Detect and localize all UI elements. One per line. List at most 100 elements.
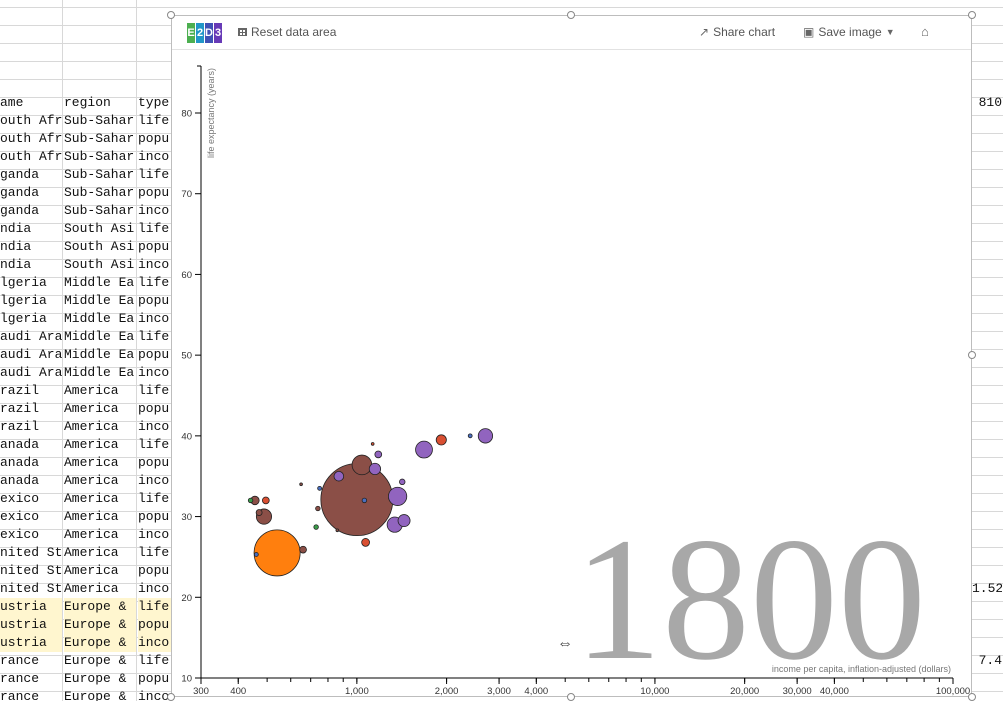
sheet-cell[interactable]: inco [138, 310, 172, 328]
sheet-cell[interactable]: type [138, 94, 172, 112]
sheet-cell[interactable]: life [138, 166, 172, 184]
sheet-cell[interactable]: America [64, 562, 136, 580]
sheet-cell[interactable]: life [138, 382, 172, 400]
sheet-cell[interactable]: region [64, 94, 136, 112]
sheet-cell[interactable]: South Asi [64, 238, 136, 256]
sheet-cell[interactable]: inco [138, 472, 172, 490]
sheet-cell[interactable]: audi Ara [0, 364, 62, 382]
sheet-cell[interactable]: Sub-Sahar [64, 202, 136, 220]
sheet-cell[interactable]: exico [0, 490, 62, 508]
sheet-cell[interactable]: life [138, 490, 172, 508]
sheet-cell[interactable]: lgeria [0, 310, 62, 328]
sheet-cell[interactable]: Middle Ea [64, 328, 136, 346]
sheet-cell[interactable]: Sub-Sahar [64, 166, 136, 184]
sheet-cell[interactable]: inco [138, 148, 172, 166]
sheet-cell[interactable]: exico [0, 508, 62, 526]
sheet-cell[interactable]: popu [138, 562, 172, 580]
sheet-cell[interactable]: ustria [0, 598, 62, 616]
sheet-cell[interactable]: inco [138, 634, 172, 652]
sheet-cell[interactable]: life [138, 652, 172, 670]
sheet-cell[interactable]: America [64, 472, 136, 490]
sheet-cell[interactable]: inco [138, 526, 172, 544]
sheet-cell[interactable]: lgeria [0, 274, 62, 292]
sheet-cell[interactable]: ganda [0, 202, 62, 220]
sheet-cell[interactable]: audi Ara [0, 328, 62, 346]
sheet-cell[interactable]: ustria [0, 634, 62, 652]
sheet-cell[interactable]: popu [138, 184, 172, 202]
sheet-cell[interactable]: Sub-Sahar [64, 130, 136, 148]
sheet-cell[interactable]: Europe & [64, 652, 136, 670]
sheet-cell[interactable]: Europe & [64, 598, 136, 616]
sheet-cell[interactable]: popu [138, 292, 172, 310]
sheet-cell[interactable]: razil [0, 382, 62, 400]
resize-handle-right[interactable] [968, 351, 976, 359]
sheet-cell[interactable]: Middle Ea [64, 274, 136, 292]
sheet-cell[interactable]: outh Afr [0, 148, 62, 166]
sheet-cell[interactable]: America [64, 580, 136, 598]
sheet-cell[interactable]: 1.52 [972, 580, 1002, 598]
sheet-cell[interactable]: America [64, 544, 136, 562]
resize-handle-bottom-left[interactable] [167, 693, 175, 701]
sheet-cell[interactable]: popu [138, 238, 172, 256]
sheet-cell[interactable]: 810 [972, 94, 1002, 112]
sheet-cell[interactable]: life [138, 112, 172, 130]
sheet-cell[interactable]: nited St [0, 580, 62, 598]
resize-handle-bottom[interactable] [567, 693, 575, 701]
sheet-cell[interactable]: ndia [0, 238, 62, 256]
sheet-cell[interactable]: America [64, 400, 136, 418]
sheet-cell[interactable]: America [64, 490, 136, 508]
sheet-cell[interactable]: anada [0, 454, 62, 472]
sheet-cell[interactable]: Sub-Sahar [64, 184, 136, 202]
sheet-cell[interactable]: Europe & [64, 634, 136, 652]
sheet-cell[interactable]: ame [0, 94, 62, 112]
sheet-cell[interactable]: rance [0, 688, 62, 701]
sheet-cell[interactable]: popu [138, 670, 172, 688]
sheet-cell[interactable]: ndia [0, 220, 62, 238]
sheet-cell[interactable]: life [138, 220, 172, 238]
sheet-cell[interactable]: life [138, 544, 172, 562]
sheet-cell[interactable]: inco [138, 580, 172, 598]
sheet-cell[interactable]: life [138, 274, 172, 292]
chart-window[interactable]: E 2 D 3 Reset data area ↗ Share chart ▣ … [171, 15, 972, 697]
sheet-cell[interactable]: outh Afr [0, 130, 62, 148]
sheet-cell[interactable]: popu [138, 346, 172, 364]
resize-handle-top-left[interactable] [167, 11, 175, 19]
sheet-cell[interactable]: popu [138, 454, 172, 472]
sheet-cell[interactable]: popu [138, 130, 172, 148]
sheet-cell[interactable]: audi Ara [0, 346, 62, 364]
sheet-cell[interactable]: life [138, 328, 172, 346]
sheet-cell[interactable]: ndia [0, 256, 62, 274]
resize-handle-top[interactable] [567, 11, 575, 19]
sheet-cell[interactable]: Europe & [64, 670, 136, 688]
sheet-cell[interactable]: razil [0, 400, 62, 418]
sheet-cell[interactable]: popu [138, 508, 172, 526]
sheet-cell[interactable]: Sub-Sahar [64, 112, 136, 130]
sheet-cell[interactable]: America [64, 382, 136, 400]
sheet-cell[interactable]: South Asi [64, 256, 136, 274]
sheet-cell[interactable]: 7.4 [972, 652, 1002, 670]
sheet-cell[interactable]: America [64, 418, 136, 436]
sheet-cell[interactable]: Sub-Sahar [64, 148, 136, 166]
sheet-cell[interactable]: life [138, 598, 172, 616]
sheet-cell[interactable]: anada [0, 472, 62, 490]
resize-handle-top-right[interactable] [968, 11, 976, 19]
sheet-cell[interactable]: inco [138, 418, 172, 436]
sheet-cell[interactable]: America [64, 526, 136, 544]
sheet-cell[interactable]: inco [138, 256, 172, 274]
sheet-cell[interactable]: popu [138, 616, 172, 634]
sheet-cell[interactable]: anada [0, 436, 62, 454]
sheet-cell[interactable]: Europe & [64, 616, 136, 634]
sheet-cell[interactable]: America [64, 454, 136, 472]
sheet-cell[interactable]: nited St [0, 544, 62, 562]
sheet-cell[interactable]: America [64, 436, 136, 454]
sheet-cell[interactable]: rance [0, 670, 62, 688]
sheet-cell[interactable]: ganda [0, 184, 62, 202]
sheet-cell[interactable]: South Asi [64, 220, 136, 238]
sheet-cell[interactable]: exico [0, 526, 62, 544]
sheet-cell[interactable]: outh Afr [0, 112, 62, 130]
sheet-cell[interactable]: razil [0, 418, 62, 436]
sheet-cell[interactable]: rance [0, 652, 62, 670]
resize-handle-bottom-right[interactable] [968, 693, 976, 701]
sheet-cell[interactable]: Middle Ea [64, 346, 136, 364]
sheet-cell[interactable]: lgeria [0, 292, 62, 310]
